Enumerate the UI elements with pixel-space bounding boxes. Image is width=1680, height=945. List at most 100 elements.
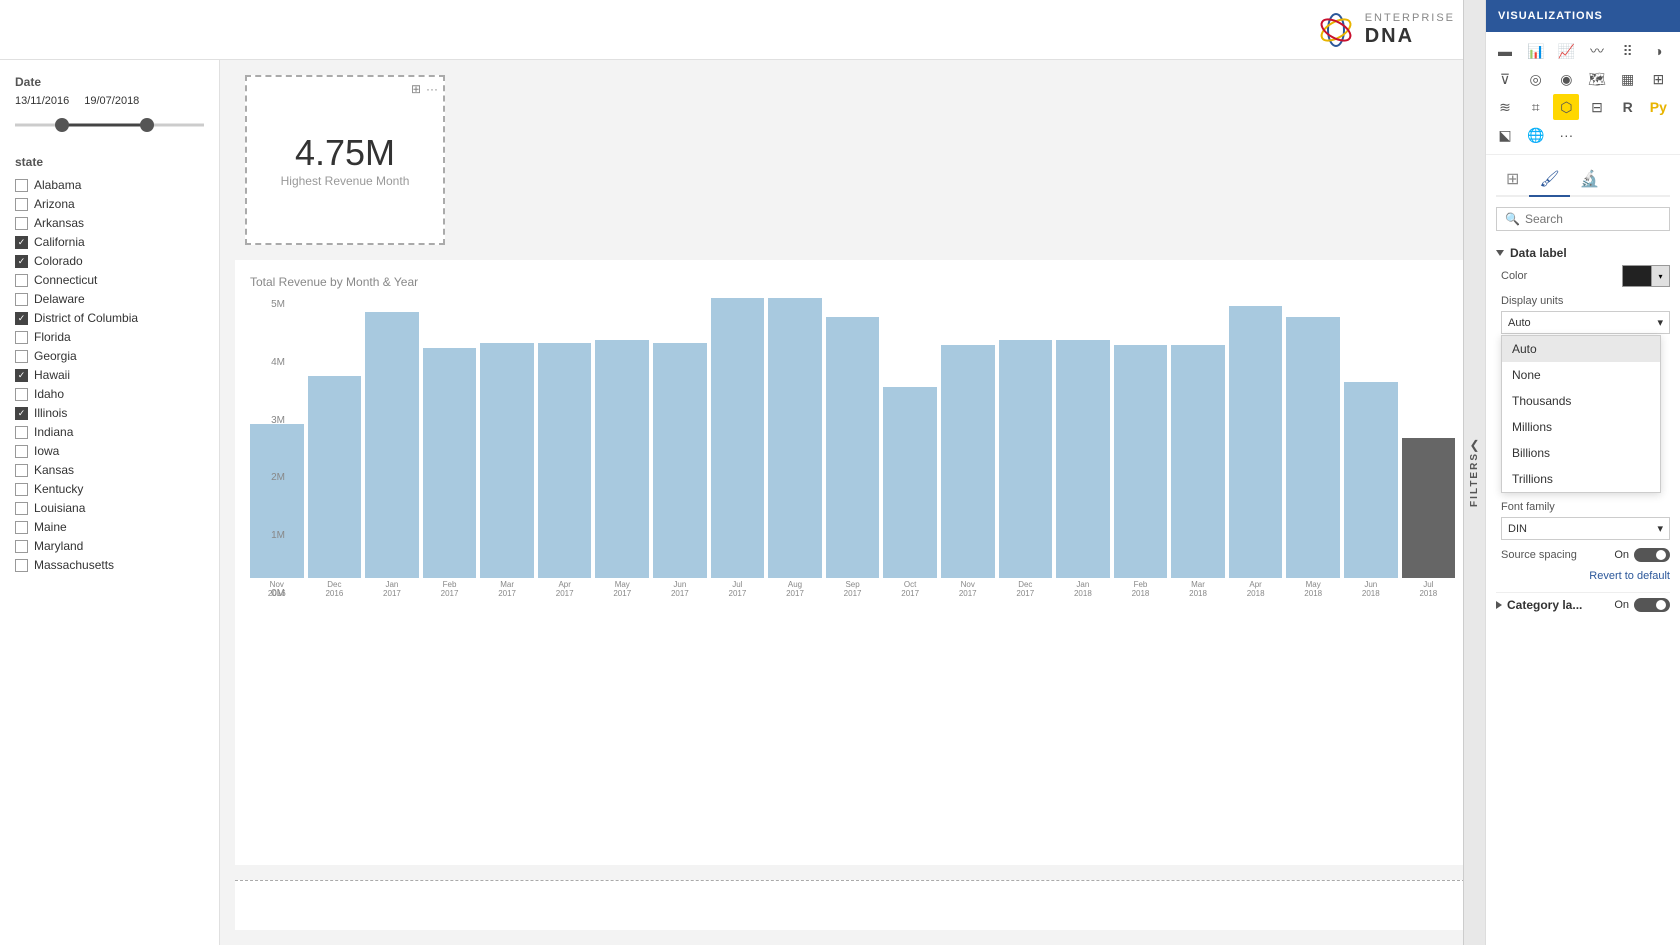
more-icon[interactable]: ··· — [426, 82, 438, 96]
viz-icon-line[interactable]: 📈 — [1553, 38, 1579, 64]
state-checkbox[interactable] — [15, 331, 28, 344]
state-checkbox[interactable] — [15, 445, 28, 458]
bar-group[interactable]: Feb 2018 — [1114, 345, 1168, 599]
state-checkbox[interactable] — [15, 407, 28, 420]
bar[interactable] — [1229, 306, 1283, 578]
state-item[interactable]: Idaho — [15, 386, 204, 402]
viz-icon-gauge[interactable]: ◎ — [1523, 66, 1549, 92]
bar[interactable] — [365, 312, 419, 578]
state-item[interactable]: Florida — [15, 329, 204, 345]
bar-group[interactable]: Mar 2018 — [1171, 345, 1225, 599]
viz-icon-column[interactable]: 📊 — [1523, 38, 1549, 64]
state-item[interactable]: Georgia — [15, 348, 204, 364]
state-checkbox[interactable] — [15, 540, 28, 553]
bar[interactable] — [1114, 345, 1168, 577]
viz-icon-waterfall[interactable]: ≋ — [1492, 94, 1518, 120]
state-item[interactable]: Maine — [15, 519, 204, 535]
bar-group[interactable]: Jul 2018 — [1402, 438, 1456, 599]
state-checkbox[interactable] — [15, 521, 28, 534]
bar-group[interactable]: Apr 2018 — [1229, 306, 1283, 599]
viz-icon-area[interactable]: 〰 — [1584, 38, 1610, 64]
date-slider[interactable] — [15, 115, 204, 135]
toggle-track[interactable] — [1634, 548, 1670, 562]
display-units-select[interactable]: Auto ▾ — [1501, 311, 1670, 334]
option-thousands[interactable]: Thousands — [1502, 388, 1660, 414]
state-checkbox[interactable] — [15, 483, 28, 496]
state-item[interactable]: Colorado — [15, 253, 204, 269]
bar[interactable] — [1344, 382, 1398, 578]
bar-group[interactable]: Feb 2017 — [423, 348, 477, 599]
bar-group[interactable]: Apr 2017 — [538, 343, 592, 599]
bar-group[interactable]: May 2017 — [595, 340, 649, 599]
viz-icon-card[interactable]: ⬡ — [1553, 94, 1579, 120]
category-toggle-track[interactable] — [1634, 598, 1670, 612]
state-item[interactable]: Kansas — [15, 462, 204, 478]
font-family-select[interactable]: DIN ▾ — [1501, 517, 1670, 540]
bar-group[interactable]: Jan 2018 — [1056, 340, 1110, 599]
state-checkbox[interactable] — [15, 559, 28, 572]
state-checkbox[interactable] — [15, 293, 28, 306]
viz-icon-pie[interactable]: ◑ — [1645, 38, 1671, 64]
viz-icon-treemap[interactable]: ▦ — [1615, 66, 1641, 92]
state-item[interactable]: Delaware — [15, 291, 204, 307]
bar[interactable] — [999, 340, 1053, 578]
bar[interactable] — [538, 343, 592, 578]
state-item[interactable]: Kentucky — [15, 481, 204, 497]
state-item[interactable]: Louisiana — [15, 500, 204, 516]
state-checkbox[interactable] — [15, 217, 28, 230]
filter-icon[interactable]: ⊞ — [411, 82, 421, 96]
state-checkbox[interactable] — [15, 388, 28, 401]
bar[interactable] — [480, 343, 534, 578]
revert-btn[interactable]: Revert to default — [1501, 570, 1670, 582]
bar[interactable] — [1402, 438, 1456, 578]
category-label-expand[interactable]: Category la... — [1496, 598, 1582, 612]
bar[interactable] — [941, 345, 995, 577]
state-item[interactable]: Arizona — [15, 196, 204, 212]
option-billions[interactable]: Billions — [1502, 440, 1660, 466]
state-checkbox[interactable] — [15, 236, 28, 249]
viz-icon-map[interactable]: 🗺 — [1584, 66, 1610, 92]
viz-icon-kpi[interactable]: ⬕ — [1492, 122, 1518, 148]
state-item[interactable]: California — [15, 234, 204, 250]
bar-group[interactable]: Oct 2017 — [883, 387, 937, 599]
state-checkbox[interactable] — [15, 198, 28, 211]
viz-icon-globe[interactable]: 🌐 — [1523, 122, 1549, 148]
option-trillions[interactable]: Trillions — [1502, 466, 1660, 492]
bar[interactable] — [768, 298, 822, 578]
bar[interactable] — [653, 343, 707, 578]
state-checkbox[interactable] — [15, 502, 28, 515]
bar[interactable] — [1171, 345, 1225, 577]
panel-collapse-strip[interactable]: ❮ FILTERS — [1463, 0, 1485, 945]
state-checkbox[interactable] — [15, 255, 28, 268]
state-item[interactable]: Indiana — [15, 424, 204, 440]
viz-icon-ribbon[interactable]: ⌗ — [1523, 94, 1549, 120]
viz-icon-scatter[interactable]: ⠿ — [1615, 38, 1641, 64]
bar-group[interactable]: Nov 2017 — [941, 345, 995, 599]
viz-icon-r[interactable]: R — [1615, 94, 1641, 120]
bar-group[interactable]: Aug 2017 — [768, 298, 822, 599]
bar[interactable] — [1056, 340, 1110, 578]
viz-icon-donut[interactable]: ◉ — [1553, 66, 1579, 92]
color-box[interactable] — [1622, 265, 1652, 287]
state-item[interactable]: Massachusetts — [15, 557, 204, 573]
bar[interactable] — [595, 340, 649, 578]
bar-group[interactable]: Dec 2016 — [308, 376, 362, 599]
viz-icon-bar[interactable]: ▬ — [1492, 38, 1518, 64]
bar-group[interactable]: Sep 2017 — [826, 317, 880, 599]
bar-group[interactable]: May 2018 — [1286, 317, 1340, 599]
bar-group[interactable]: Jul 2017 — [711, 298, 765, 599]
state-checkbox[interactable] — [15, 350, 28, 363]
state-item[interactable]: Maryland — [15, 538, 204, 554]
option-none[interactable]: None — [1502, 362, 1660, 388]
state-item[interactable]: Illinois — [15, 405, 204, 421]
state-item[interactable]: Hawaii — [15, 367, 204, 383]
viz-icon-table[interactable]: ⊟ — [1584, 94, 1610, 120]
bar[interactable] — [883, 387, 937, 577]
state-checkbox[interactable] — [15, 274, 28, 287]
option-auto[interactable]: Auto — [1502, 336, 1660, 362]
viz-icon-more1[interactable]: ··· — [1553, 122, 1579, 148]
category-toggle[interactable]: On — [1614, 598, 1670, 612]
slider-thumb-left[interactable] — [55, 118, 69, 132]
state-item[interactable]: District of Columbia — [15, 310, 204, 326]
state-item[interactable]: Arkansas — [15, 215, 204, 231]
